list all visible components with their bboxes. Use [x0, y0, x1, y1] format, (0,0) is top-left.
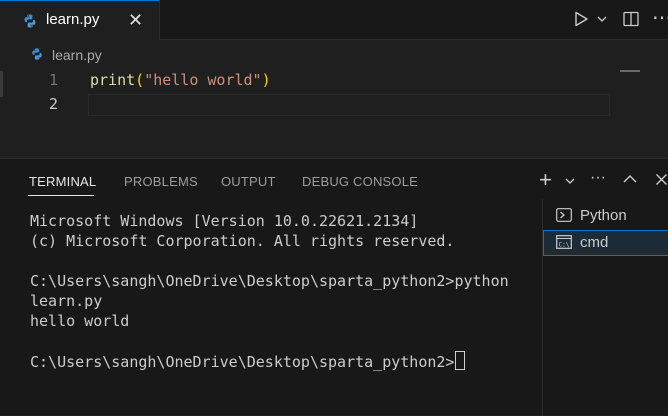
active-tab-indicator	[28, 195, 94, 196]
token-bracket: (	[135, 71, 145, 89]
breadcrumb-file[interactable]: learn.py	[52, 47, 102, 63]
token-bracket: )	[261, 71, 271, 89]
terminal-item-python[interactable]: Python	[543, 203, 668, 229]
terminal-line: hello world	[30, 312, 130, 330]
minimap[interactable]	[620, 70, 640, 72]
bottom-panel: TERMINAL PROBLEMS OUTPUT DEBUG CONSOLE +…	[0, 158, 668, 416]
code-text[interactable]: print("hello world")	[90, 71, 271, 89]
chevron-down-icon[interactable]	[596, 14, 608, 24]
terminal-output[interactable]: Microsoft Windows [Version 10.0.22621.21…	[30, 211, 538, 372]
terminal-line: learn.py	[30, 292, 103, 310]
terminal-item-label: Python	[580, 207, 627, 224]
play-icon[interactable]	[572, 10, 590, 28]
new-terminal-button[interactable]: +	[539, 167, 552, 193]
tab-debug-console[interactable]: DEBUG CONSOLE	[302, 174, 418, 189]
tab-output[interactable]: OUTPUT	[221, 174, 276, 189]
close-icon[interactable]: ✕	[128, 10, 143, 30]
python-file-icon	[24, 14, 36, 28]
tab-problems[interactable]: PROBLEMS	[124, 174, 198, 189]
code-line[interactable]: 2	[0, 95, 620, 119]
token-function: print	[90, 71, 136, 89]
editor-tab-label: learn.py	[46, 11, 100, 28]
editor-tab-learn-py[interactable]: learn.py ✕	[0, 0, 160, 40]
tab-terminal[interactable]: TERMINAL	[29, 174, 96, 189]
token-string: "hello world"	[144, 71, 262, 89]
terminal-line: C:\Users\sangh\OneDrive\Desktop\sparta_p…	[30, 272, 509, 290]
maximize-panel-icon[interactable]	[622, 173, 638, 185]
chevron-down-icon[interactable]	[564, 176, 576, 186]
breadcrumb: learn.py	[0, 41, 668, 67]
line-number: 1	[48, 71, 58, 89]
terminal-prompt-line[interactable]: C:\Users\sangh\OneDrive\Desktop\sparta_p…	[30, 351, 538, 372]
python-file-icon	[32, 48, 42, 60]
editor-tab-bar: learn.py ✕ ⋯	[0, 0, 668, 40]
terminal-line: Microsoft Windows [Version 10.0.22621.21…	[30, 212, 419, 230]
code-line[interactable]: 1 print("hello world")	[0, 71, 620, 95]
terminal-prompt: C:\Users\sangh\OneDrive\Desktop\sparta_p…	[30, 353, 455, 371]
code-editor[interactable]: 1 print("hello world") 2	[0, 67, 668, 159]
more-actions-icon[interactable]: ⋯	[652, 5, 668, 30]
terminal-cursor	[455, 351, 466, 370]
split-editor-icon[interactable]	[622, 10, 640, 28]
more-actions-button[interactable]: ···	[590, 169, 606, 187]
terminal-item-label: cmd	[580, 234, 609, 251]
close-icon[interactable]	[655, 173, 668, 186]
terminal-icon	[556, 208, 572, 222]
svg-text:C:\: C:\	[559, 242, 570, 249]
line-number: 2	[48, 95, 58, 113]
terminal-item-cmd[interactable]: C:\ cmd	[543, 230, 668, 256]
cmd-icon: C:\	[556, 235, 572, 249]
terminal-line: (c) Microsoft Corporation. All rights re…	[30, 232, 455, 250]
terminal-list: Python C:\ cmd	[542, 199, 668, 416]
